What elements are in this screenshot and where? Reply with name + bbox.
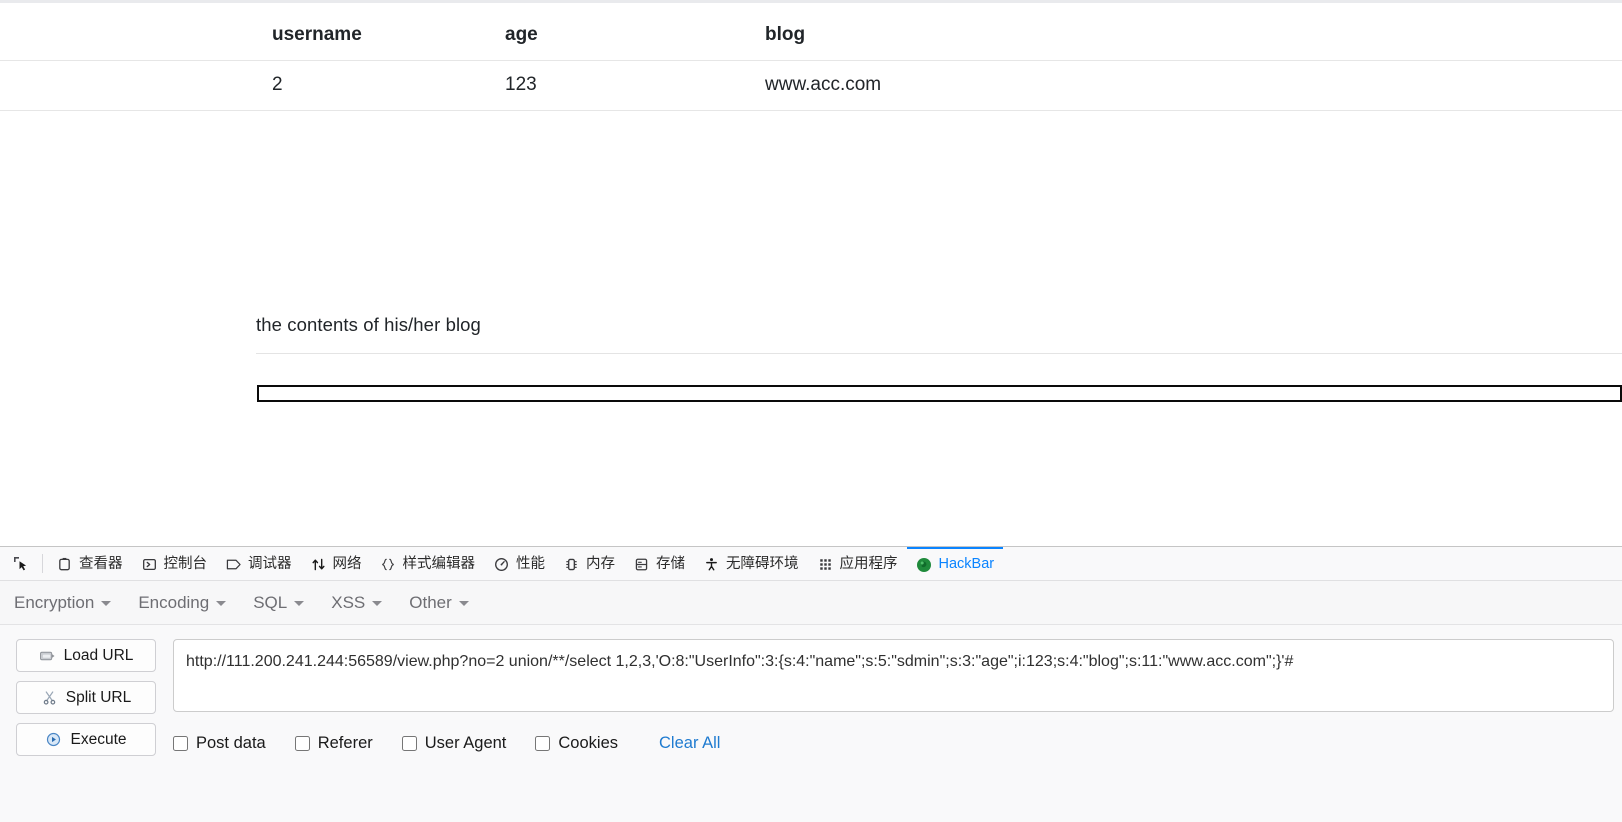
performance-icon [493,556,510,573]
chevron-down-icon [458,601,469,606]
menu-label: Other [409,592,452,612]
devtools-tab-hackbar[interactable]: HackBar [906,547,1004,580]
load-url-icon [39,647,56,664]
inspector-icon [56,556,73,573]
option-label: User Agent [424,734,507,752]
user-agent-checkbox[interactable] [401,736,417,751]
devtools-tab-network[interactable]: 网络 [301,547,371,580]
referer-checkbox[interactable] [294,736,310,751]
devtools-tab-accessibility[interactable]: 无障碍环境 [694,547,808,580]
horizontal-rule [256,353,1622,354]
accessibility-icon [703,556,720,573]
chevron-down-icon [372,601,383,606]
console-icon [141,556,158,573]
chevron-down-icon [101,601,112,606]
blog-caption: the contents of his/her blog [256,314,481,335]
web-page-content: username age blog 2 123 www.acc.com the … [0,0,1622,546]
devtools-tab-label: 查看器 [79,556,123,573]
devtools-tab-label: HackBar [938,556,995,573]
option-cookies[interactable]: Cookies [535,734,618,753]
empty-content-box [257,385,1622,402]
devtools-tab-label: 应用程序 [839,556,898,573]
element-picker-icon[interactable] [4,547,38,580]
devtools-tab-label: 内存 [586,556,615,573]
toolbar-divider [42,554,43,573]
storage-icon [633,556,650,573]
table-head: username age blog [0,11,1622,61]
hackbar-input-area: Post data Referer User Agent Cookies C [156,639,1622,822]
devtools-tab-label: 样式编辑器 [402,556,476,573]
network-icon [310,556,327,573]
option-post-data[interactable]: Post data [173,734,266,753]
button-label: Split URL [65,688,132,706]
devtools-tab-style-editor[interactable]: 样式编辑器 [371,547,485,580]
execute-button[interactable]: Execute [16,723,156,756]
style-editor-icon [380,556,397,573]
table-row: 2 123 www.acc.com [0,60,1622,111]
post-data-checkbox[interactable] [173,736,188,751]
debugger-icon [225,556,242,573]
devtools-tab-memory[interactable]: 内存 [554,547,624,580]
execute-icon [45,731,62,748]
option-label: Post data [196,734,266,752]
url-input[interactable] [173,639,1614,712]
hackbar-options-row: Post data Referer User Agent Cookies Cle… [173,734,1614,753]
option-referer[interactable]: Referer [294,734,373,753]
column-header-username: username [0,11,505,61]
cell-username: 2 [0,60,505,111]
devtools-tab-label: 无障碍环境 [726,556,799,573]
hackbar-menu-xss[interactable]: XSS [331,592,383,613]
chevron-down-icon [216,601,227,606]
column-header-blog: blog [765,11,1622,61]
cookies-checkbox[interactable] [535,736,551,751]
hackbar-body: Load URL Split URL Execute http://111.20… [0,625,1622,822]
table-body: 2 123 www.acc.com [0,60,1622,111]
devtools-tab-console[interactable]: 控制台 [132,547,217,580]
hackbar-menu-sql[interactable]: SQL [253,592,305,613]
cell-age: 123 [505,60,765,111]
hackbar-icon [916,556,933,573]
menu-label: Encryption [14,592,95,612]
memory-icon [563,556,580,573]
button-label: Load URL [63,646,134,664]
menu-label: Encoding [138,592,210,612]
devtools-tab-label: 调试器 [248,556,292,573]
button-label: Execute [70,730,127,748]
devtools-tab-label: 性能 [516,556,545,573]
application-icon [817,556,834,573]
devtools-tab-debugger[interactable]: 调试器 [216,547,301,580]
browser-window: username age blog 2 123 www.acc.com the … [0,0,1622,822]
devtools-panel: 查看器 控制台 调试器 网络 样式编辑器 性能 内存 存储 无障碍环境 应用程序… [0,546,1622,822]
devtools-tab-label: 网络 [332,556,362,573]
devtools-tab-storage[interactable]: 存储 [624,547,694,580]
devtools-tab-inspector[interactable]: 查看器 [47,547,132,580]
split-url-button[interactable]: Split URL [16,681,156,714]
devtools-tab-application[interactable]: 应用程序 [808,547,907,580]
hackbar-menu-other[interactable]: Other [409,593,469,613]
column-header-age: age [505,11,765,61]
option-label: Cookies [558,734,619,752]
hackbar-menubar: Encryption Encoding SQL XSS Other [0,581,1622,625]
split-url-icon [41,689,58,706]
devtools-tab-performance[interactable]: 性能 [484,547,554,580]
hackbar-menu-encryption[interactable]: Encryption [14,592,112,613]
devtools-tab-label: 存储 [656,556,685,573]
chevron-down-icon [294,601,305,606]
devtools-tabbar: 查看器 控制台 调试器 网络 样式编辑器 性能 内存 存储 无障碍环境 应用程序… [0,547,1622,581]
table-header-row: username age blog [0,11,1622,61]
menu-label: SQL [253,592,288,612]
hackbar-action-buttons: Load URL Split URL Execute [16,639,156,822]
menu-label: XSS [331,592,366,612]
load-url-button[interactable]: Load URL [16,639,156,672]
cell-blog: www.acc.com [765,60,1622,111]
clear-all-link[interactable]: Clear All [659,734,720,753]
option-label: Referer [317,734,373,752]
query-result-table: username age blog 2 123 www.acc.com [0,11,1622,111]
option-user-agent[interactable]: User Agent [401,734,507,753]
hackbar-menu-encoding[interactable]: Encoding [138,592,227,613]
devtools-tab-label: 控制台 [163,556,208,573]
